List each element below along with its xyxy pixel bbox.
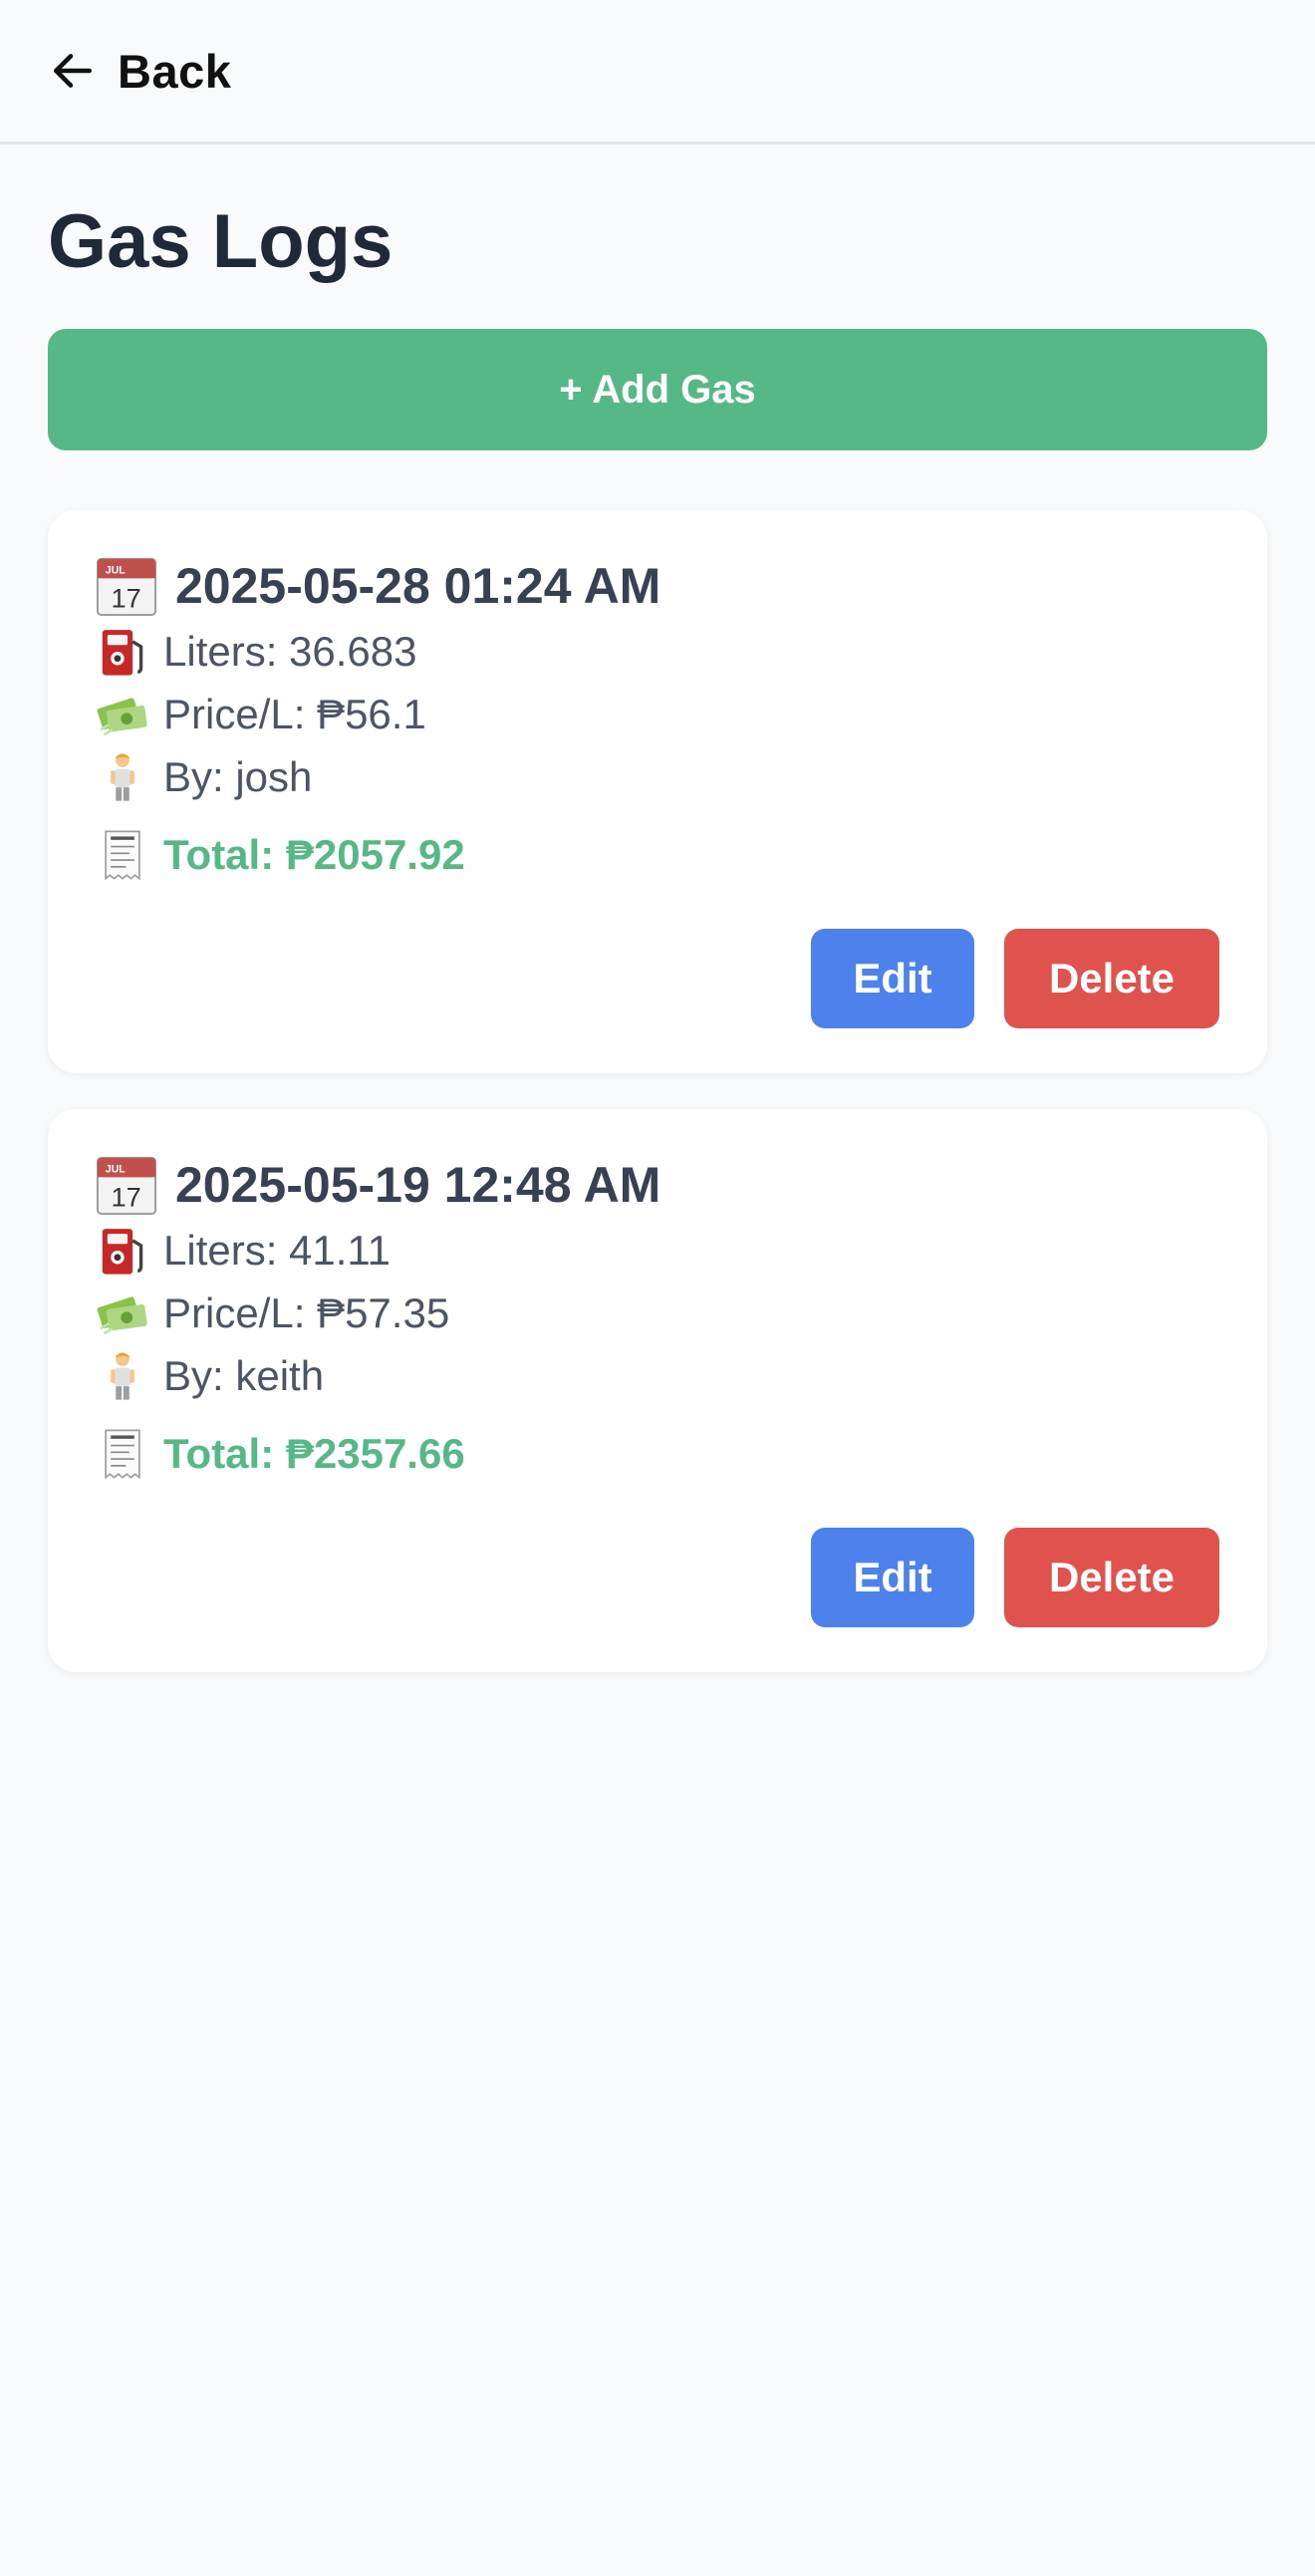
log-price-row: Price/L: ₱56.1 <box>96 683 1219 745</box>
gas-log-card: JUL 17 2025-05-28 01:24 AM Liters: 36.68… <box>48 510 1267 1074</box>
log-datetime: 2025-05-19 12:48 AM <box>175 1157 661 1214</box>
svg-text:JUL: JUL <box>106 1164 127 1176</box>
gas-log-card: JUL 17 2025-05-19 12:48 AM Liters: 41.11 <box>48 1109 1267 1673</box>
arrow-left-icon <box>54 54 92 88</box>
log-price: Price/L: ₱56.1 <box>163 690 426 737</box>
main-content: Gas Logs + Add Gas JUL 17 2025-05-28 01:… <box>0 196 1315 1673</box>
log-by: By: josh <box>163 752 313 800</box>
log-actions: Edit Delete <box>811 1528 1219 1628</box>
money-icon <box>97 1296 147 1335</box>
log-total: Total: ₱2357.66 <box>163 1430 465 1478</box>
log-by-row: By: keith <box>96 1344 1219 1407</box>
page-title: Gas Logs <box>48 199 394 284</box>
delete-button[interactable]: Delete <box>1004 929 1219 1029</box>
log-liters-row: Liters: 36.683 <box>96 620 1219 683</box>
log-actions: Edit Delete <box>811 929 1219 1029</box>
receipt-icon <box>105 830 140 881</box>
add-gas-button[interactable]: + Add Gas <box>48 329 1267 451</box>
edit-button[interactable]: Edit <box>811 1528 974 1628</box>
person-icon <box>111 1352 134 1400</box>
log-by-row: By: josh <box>96 745 1219 808</box>
log-liters-row: Liters: 41.11 <box>96 1219 1219 1282</box>
svg-text:JUL: JUL <box>106 565 127 577</box>
money-icon <box>97 698 147 736</box>
log-price: Price/L: ₱57.35 <box>163 1288 450 1336</box>
back-button[interactable]: Back <box>48 44 231 99</box>
log-by: By: keith <box>163 1351 325 1399</box>
log-total-row: Total: ₱2057.92 <box>96 820 1219 890</box>
log-liters: Liters: 41.11 <box>163 1226 392 1274</box>
edit-button[interactable]: Edit <box>811 929 974 1029</box>
svg-text:17: 17 <box>112 1182 141 1213</box>
gas-log-list: JUL 17 2025-05-28 01:24 AM Liters: 36.68… <box>48 510 1267 1673</box>
calendar-icon: JUL 17 <box>96 1157 157 1216</box>
log-datetime: 2025-05-28 01:24 AM <box>175 558 661 615</box>
fuel-pump-icon <box>102 1228 143 1275</box>
back-label: Back <box>118 44 232 98</box>
log-date-row: JUL 17 2025-05-19 12:48 AM <box>96 1151 1219 1219</box>
delete-button[interactable]: Delete <box>1004 1528 1219 1628</box>
top-bar: Back <box>0 0 1315 144</box>
receipt-icon <box>105 1429 140 1480</box>
log-total-row: Total: ₱2357.66 <box>96 1419 1219 1489</box>
person-icon <box>111 753 134 801</box>
log-liters: Liters: 36.683 <box>163 627 417 675</box>
log-total: Total: ₱2057.92 <box>163 831 465 879</box>
log-price-row: Price/L: ₱57.35 <box>96 1282 1219 1344</box>
calendar-icon: JUL 17 <box>96 558 157 617</box>
log-date-row: JUL 17 2025-05-28 01:24 AM <box>96 552 1219 620</box>
fuel-pump-icon <box>102 629 143 676</box>
svg-text:17: 17 <box>112 583 141 614</box>
